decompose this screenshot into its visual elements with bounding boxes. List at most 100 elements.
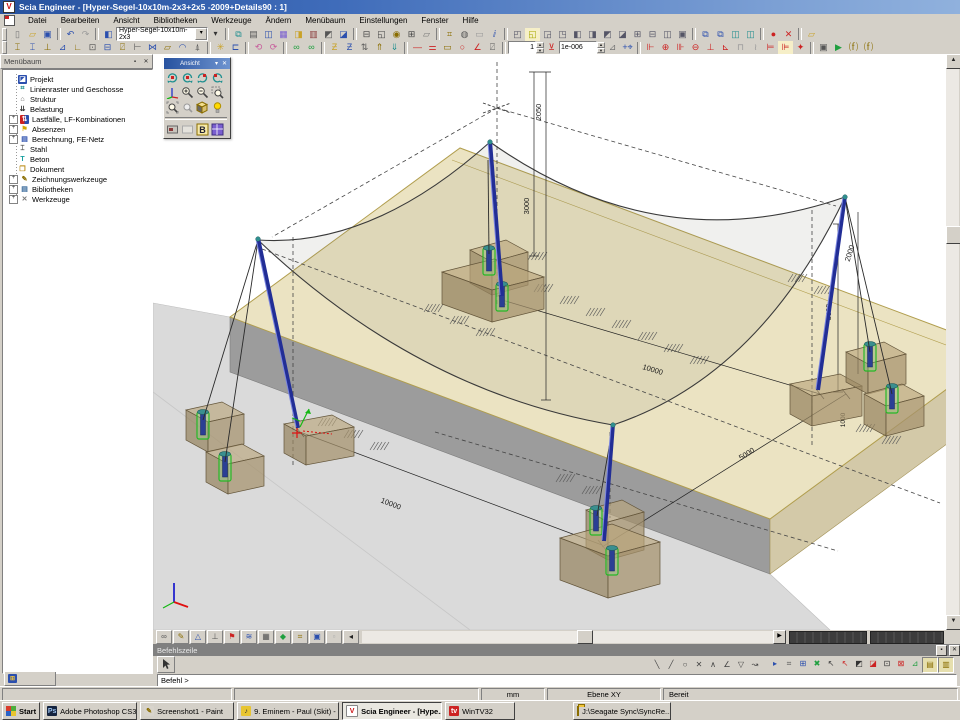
expand-icon[interactable]: +: [9, 175, 18, 184]
support-soil-icon[interactable]: ⊓: [733, 41, 748, 54]
support-rot-icon[interactable]: ⊾: [718, 41, 733, 54]
count-input[interactable]: [508, 41, 536, 54]
tree-item-linienraster[interactable]: ⌗Linienraster und Geschosse: [3, 84, 152, 94]
render-1-icon[interactable]: [165, 122, 180, 137]
zoom-document-icon[interactable]: ◍: [457, 28, 472, 41]
paperspace-icon[interactable]: ▦: [276, 28, 291, 41]
window-vertical-icon[interactable]: ◩: [600, 28, 615, 41]
model-viewport[interactable]: 2050 3000 2000 3000 1000 10000 10000 500…: [153, 54, 959, 644]
project-combobox[interactable]: Hyper-Segel-10x10m-2x3 ▾: [116, 27, 208, 41]
record-dot-icon[interactable]: ●: [766, 28, 781, 41]
measure-icon[interactable]: ⌗: [292, 630, 308, 644]
line-red-icon[interactable]: ―: [410, 41, 425, 54]
dot-grid-on-icon[interactable]: ▤: [922, 657, 938, 673]
snap-center-icon[interactable]: ○: [678, 658, 692, 672]
wall-icon[interactable]: ∟: [70, 41, 85, 54]
new-window-icon[interactable]: ◧: [101, 28, 116, 41]
copy-level-icon[interactable]: ⇅: [357, 41, 372, 54]
cursor-mode-button[interactable]: [157, 656, 175, 673]
expand-icon[interactable]: +: [9, 185, 18, 194]
window-tile-1-icon[interactable]: ◰: [510, 28, 525, 41]
rotate-view-4-icon[interactable]: [210, 70, 225, 85]
print-preview-icon[interactable]: ◱: [374, 28, 389, 41]
window-horizontal-icon[interactable]: ◨: [585, 28, 600, 41]
vertical-scroll-thumb[interactable]: [946, 226, 960, 244]
title-bar[interactable]: V Scia Engineer - [Hyper-Segel-10x10m-2x…: [0, 0, 960, 14]
snap-off-icon[interactable]: ✖: [810, 657, 824, 671]
angle-icon[interactable]: ∠: [470, 41, 485, 54]
menu-fenster[interactable]: Fenster: [414, 15, 455, 26]
render-view-icon[interactable]: ▶: [831, 41, 846, 54]
axo-view-icon[interactable]: [165, 85, 180, 100]
snap-ortho-icon[interactable]: ↝: [748, 658, 762, 672]
truss-icon[interactable]: ⍁: [115, 41, 130, 54]
level-up-icon[interactable]: ⇑: [372, 41, 387, 54]
snap-nearest-icon[interactable]: ▽: [734, 658, 748, 672]
slab-icon[interactable]: ⊿: [55, 41, 70, 54]
pin-icon[interactable]: ▪: [936, 645, 947, 656]
activity-icon[interactable]: ⊻: [544, 41, 559, 54]
support-point-icon[interactable]: ⊥: [703, 41, 718, 54]
perspective-window-icon[interactable]: [210, 122, 225, 137]
cascade-4-icon[interactable]: ◫: [743, 28, 758, 41]
rotate-view-2-icon[interactable]: [180, 70, 195, 85]
tree-item-lastfaelle[interactable]: +⇅Lastfälle, LF-Kombinationen: [3, 114, 152, 124]
zoom-in-icon[interactable]: [180, 85, 195, 100]
edit-pencil-icon[interactable]: ✎: [173, 630, 189, 644]
docked-panel-tab[interactable]: ⊞: [4, 672, 56, 686]
print-picture-icon[interactable]: ◉: [389, 28, 404, 41]
light-toggle-icon[interactable]: [210, 100, 225, 115]
horizontal-scroll-thumb[interactable]: [577, 630, 593, 644]
new-icon[interactable]: ▯: [10, 28, 25, 41]
toolbar-grip[interactable]: [2, 28, 7, 41]
link-chain-icon[interactable]: ∞: [156, 630, 172, 644]
grid-blue-icon[interactable]: ⊞: [796, 657, 810, 671]
tree-item-belastung[interactable]: ⇊Belastung: [3, 104, 152, 114]
dot-grid-edit-icon[interactable]: ▥: [938, 657, 954, 673]
undo-icon[interactable]: ↶: [63, 28, 78, 41]
menu-werkzeuge[interactable]: Werkzeuge: [204, 15, 258, 26]
cut-red-icon[interactable]: ✕: [781, 28, 796, 41]
precision-spinner[interactable]: ▲▼: [597, 42, 605, 53]
grid-snap-icon[interactable]: ⌗: [782, 657, 796, 671]
cascade-1-icon[interactable]: ⧉: [698, 28, 713, 41]
window-cascade-icon[interactable]: ◧: [570, 28, 585, 41]
count-spinner[interactable]: ▲▼: [536, 42, 544, 53]
menu-hilfe[interactable]: Hilfe: [456, 15, 486, 26]
new-folder-icon[interactable]: ▱: [804, 28, 819, 41]
window-split-icon[interactable]: ◫: [660, 28, 675, 41]
expand-icon[interactable]: +: [9, 195, 18, 204]
animation-bar-2[interactable]: [870, 631, 944, 644]
stamp-icon[interactable]: ▦: [258, 630, 274, 644]
command-panel-header[interactable]: Befehlszeile ▪ ✕: [153, 644, 960, 656]
layout-manager-icon[interactable]: ◩: [321, 28, 336, 41]
clipping-box-icon[interactable]: [195, 100, 210, 115]
load-panel-icon[interactable]: ⊟: [100, 41, 115, 54]
window-tile-2-icon[interactable]: ◱: [525, 28, 540, 41]
tree-item-projekt[interactable]: ◪Projekt: [3, 74, 152, 84]
gallery-icon[interactable]: ▤: [246, 28, 261, 41]
ansicht-palette-titlebar[interactable]: Ansicht ▾ ✕: [164, 58, 230, 69]
cross-beam-icon[interactable]: ⊥: [40, 41, 55, 54]
ansicht-palette[interactable]: Ansicht ▾ ✕ B: [163, 57, 231, 139]
print-icon[interactable]: ⊟: [359, 28, 374, 41]
mdi-document-icon[interactable]: [4, 15, 15, 26]
horizontal-scroll-track[interactable]: [362, 631, 577, 643]
menu-bearbeiten[interactable]: Bearbeiten: [54, 15, 107, 26]
checks-icon[interactable]: ⅈ: [487, 28, 502, 41]
model-viewport-scene[interactable]: 2050 3000 2000 3000 1000 10000 10000 500…: [153, 54, 946, 630]
menu-bibliotheken[interactable]: Bibliotheken: [147, 15, 205, 26]
coord-system-icon[interactable]: ⊥: [207, 630, 223, 644]
expand-icon[interactable]: +: [9, 125, 18, 134]
image-gallery-icon[interactable]: ▥: [306, 28, 321, 41]
perspective-cone-icon[interactable]: △: [190, 630, 206, 644]
strip-collapse-icon[interactable]: ◂: [343, 630, 359, 644]
task-paint[interactable]: ✎ Screenshot1 - Paint: [140, 702, 234, 720]
redo-icon[interactable]: ↷: [78, 28, 93, 41]
task-photoshop[interactable]: Ps Adobe Photoshop CS3 E...: [43, 702, 137, 720]
window-grid-icon[interactable]: ▣: [309, 630, 325, 644]
calculator-icon[interactable]: ⌗: [442, 28, 457, 41]
support-beam-icon[interactable]: ⊨: [763, 41, 778, 54]
close-icon[interactable]: ✕: [949, 645, 960, 656]
document-preview-icon[interactable]: ▱: [419, 28, 434, 41]
